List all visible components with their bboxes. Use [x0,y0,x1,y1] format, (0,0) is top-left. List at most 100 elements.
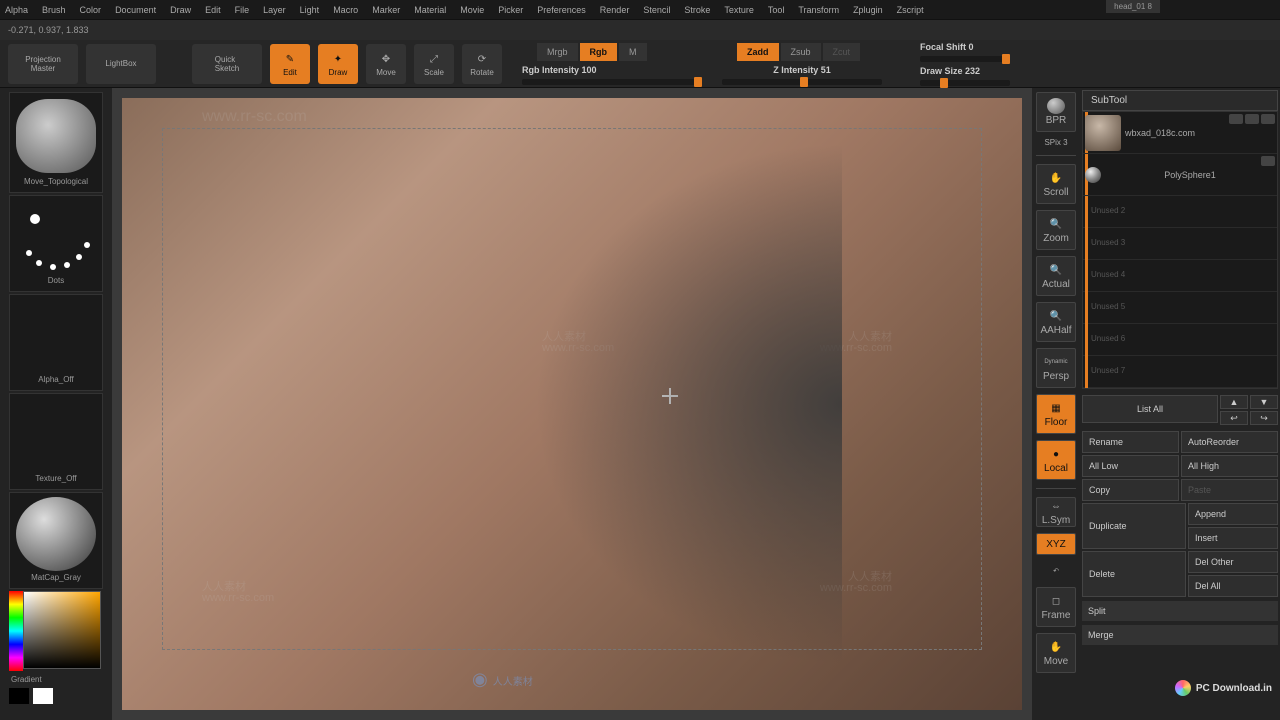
stroke-palette[interactable]: Dots [9,195,103,292]
menu-picker[interactable]: Picker [498,5,523,15]
zsub-button[interactable]: Zsub [781,43,821,61]
zadd-button[interactable]: Zadd [737,43,779,61]
insert-button[interactable]: Insert [1188,527,1278,549]
subtool-empty: Unused 3 [1083,228,1277,260]
lsym-button[interactable]: ⇔L.Sym [1036,497,1076,527]
paste-button[interactable]: Paste [1181,479,1278,501]
menu-document[interactable]: Document [115,5,156,15]
move-down-button[interactable]: ▼ [1250,395,1278,409]
del-other-button[interactable]: Del Other [1188,551,1278,573]
texture-palette[interactable]: Texture_Off [9,393,103,490]
copy-button[interactable]: Copy [1082,479,1179,501]
lightbox-button[interactable]: LightBox [86,44,156,84]
arrow-left-button[interactable]: ↩ [1220,411,1248,425]
edit-mode-button[interactable]: ✎Edit [270,44,310,84]
paint-icon[interactable] [1229,114,1243,124]
swatch-black[interactable] [9,688,29,704]
merge-section[interactable]: Merge [1082,625,1278,645]
menu-transform[interactable]: Transform [798,5,839,15]
frame-button[interactable]: ◻Frame [1036,587,1076,627]
file-tab[interactable]: head_01 8 [1106,0,1160,13]
z-intensity-slider[interactable] [722,79,882,85]
rgb-intensity-slider[interactable] [522,79,702,85]
actual-button[interactable]: 🔍Actual [1036,256,1076,296]
all-high-button[interactable]: All High [1181,455,1278,477]
rgb-button[interactable]: Rgb [580,43,618,61]
move-view-button[interactable]: ✋Move [1036,633,1076,673]
watermark: www.rr-sc.com [820,582,892,594]
swatch-white[interactable] [33,688,53,704]
delete-button[interactable]: Delete [1082,551,1186,597]
duplicate-button[interactable]: Duplicate [1082,503,1186,549]
quicksketch-button[interactable]: Quick Sketch [192,44,262,84]
split-section[interactable]: Split [1082,601,1278,621]
scale-mode-button[interactable]: ⤢Scale [414,44,454,84]
arrow-right-button[interactable]: ↪ [1250,411,1278,425]
material-palette[interactable]: MatCap_Gray [9,492,103,589]
move-up-button[interactable]: ▲ [1220,395,1248,409]
menu-texture[interactable]: Texture [724,5,754,15]
menu-preferences[interactable]: Preferences [537,5,586,15]
z-intensity-label: Z Intensity 51 [722,65,882,75]
rename-button[interactable]: Rename [1082,431,1179,453]
brush-palette[interactable]: Move_Topological [9,92,103,193]
spix-label[interactable]: SPix 3 [1036,138,1076,147]
local-button[interactable]: ●Local [1036,440,1076,480]
persp-button[interactable]: DynamicPersp [1036,348,1076,388]
scroll-button[interactable]: ✋Scroll [1036,164,1076,204]
menu-zplugin[interactable]: Zplugin [853,5,883,15]
menu-zscript[interactable]: Zscript [897,5,924,15]
color-picker[interactable] [9,591,103,671]
menu-material[interactable]: Material [414,5,446,15]
draw-mode-button[interactable]: ✦Draw [318,44,358,84]
rotate-icon: ⟳ [473,50,491,68]
subtool-name: PolySphere1 [1105,170,1275,180]
subtool-item[interactable]: PolySphere1 [1083,154,1277,196]
list-all-button[interactable]: List All [1082,395,1218,423]
alpha-palette[interactable]: Alpha_Off [9,294,103,391]
autoreorder-button[interactable]: AutoReorder [1181,431,1278,453]
subtool-header[interactable]: SubTool [1082,90,1278,111]
menu-tool[interactable]: Tool [768,5,785,15]
menu-color[interactable]: Color [80,5,102,15]
alpha-preview-icon [16,299,96,373]
menu-light[interactable]: Light [300,5,320,15]
del-all-button[interactable]: Del All [1188,575,1278,597]
floor-button[interactable]: ▦Floor [1036,394,1076,434]
menu-file[interactable]: File [235,5,250,15]
move-mode-button[interactable]: ✥Move [366,44,406,84]
zoom-button[interactable]: 🔍Zoom [1036,210,1076,250]
eye-icon[interactable] [1261,114,1275,124]
m-button[interactable]: M [619,43,647,61]
rotate-mode-button[interactable]: ⟳Rotate [462,44,502,84]
all-low-button[interactable]: All Low [1082,455,1179,477]
saturation-value-picker[interactable] [23,591,101,669]
aahalf-button[interactable]: 🔍AAHalf [1036,302,1076,342]
menu-stroke[interactable]: Stroke [684,5,710,15]
projection-master-button[interactable]: Projection Master [8,44,78,84]
menu-alpha[interactable]: Alpha [5,5,28,15]
subtool-item[interactable]: wbxad_018c.com [1083,112,1277,154]
gradient-label[interactable]: Gradient [9,673,103,686]
bpr-button[interactable]: BPR [1036,92,1076,132]
undo-icon[interactable]: ↶ [1036,561,1076,581]
menu-draw[interactable]: Draw [170,5,191,15]
hue-slider[interactable] [9,591,23,671]
menu-marker[interactable]: Marker [372,5,400,15]
canvas[interactable]: www.rr-sc.com 人人素材 www.rr-sc.com 人人素材 ww… [112,88,1032,720]
menu-layer[interactable]: Layer [263,5,286,15]
xyz-button[interactable]: XYZ [1036,533,1076,555]
eye-icon[interactable] [1261,156,1275,166]
menu-edit[interactable]: Edit [205,5,221,15]
menu-render[interactable]: Render [600,5,630,15]
menu-movie[interactable]: Movie [460,5,484,15]
zcut-button[interactable]: Zcut [823,43,861,61]
menu-brush[interactable]: Brush [42,5,66,15]
poly-icon[interactable] [1245,114,1259,124]
append-button[interactable]: Append [1188,503,1278,525]
focal-shift-slider[interactable] [920,56,1010,62]
draw-size-slider[interactable] [920,80,1010,86]
mrgb-button[interactable]: Mrgb [537,43,578,61]
menu-macro[interactable]: Macro [333,5,358,15]
menu-stencil[interactable]: Stencil [643,5,670,15]
